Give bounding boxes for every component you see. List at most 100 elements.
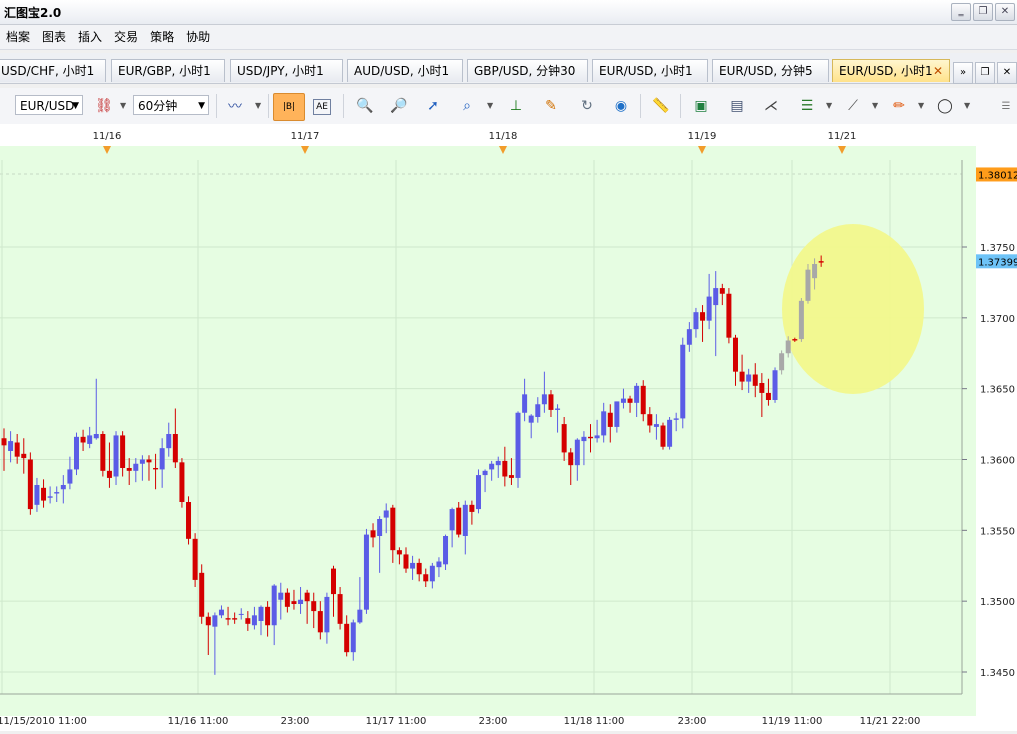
globe-icon[interactable]: ◉ xyxy=(610,95,632,117)
candle-body xyxy=(515,412,521,478)
dropdown-arrow-icon[interactable]: ▼ xyxy=(872,101,878,110)
candle-body xyxy=(548,394,554,410)
tab-label: EUR/USD, 分钟5 xyxy=(719,64,813,78)
tab-usdchf-h1[interactable]: USD/CHF, 小时1 xyxy=(0,59,106,82)
restore-button[interactable]: ❐ xyxy=(973,3,993,21)
candle-body xyxy=(317,611,323,633)
toolbar-separator xyxy=(680,94,681,118)
close-tab-icon[interactable]: ✕ xyxy=(933,60,943,82)
candle-body xyxy=(212,615,218,627)
zoom-in-icon[interactable]: 🔍 xyxy=(354,95,376,117)
candle-body xyxy=(8,441,14,451)
menu-file[interactable]: 档案 xyxy=(0,25,36,49)
candle-body xyxy=(647,414,653,426)
trade-icon[interactable]: ⊥ xyxy=(505,95,527,117)
candle-body xyxy=(278,592,284,600)
link-icon[interactable]: ⛓ xyxy=(93,95,115,117)
picture-icon[interactable]: ▣ xyxy=(690,95,712,117)
menu-insert[interactable]: 插入 xyxy=(72,25,108,49)
dropdown-arrow-icon[interactable]: ▼ xyxy=(120,101,126,110)
price-label: 1.3450 xyxy=(980,668,1015,679)
candle-body xyxy=(653,424,659,427)
tab-eurusd-h1[interactable]: EUR/USD, 小时1 xyxy=(592,59,708,82)
candle-body xyxy=(377,519,383,536)
menu-strategy[interactable]: 策略 xyxy=(144,25,180,49)
brush-icon[interactable]: ✏ xyxy=(888,95,910,117)
pointer-icon[interactable]: ➚ xyxy=(422,95,444,117)
price-tag-label: 1.38012 xyxy=(978,170,1017,181)
dropdown-arrow-icon[interactable]: ▼ xyxy=(918,101,924,110)
candle-body xyxy=(93,434,99,439)
timeframe-select[interactable]: 60分钟 ▼ xyxy=(133,95,209,115)
candle-body xyxy=(601,411,607,436)
chart-svg[interactable]: 1.3750 1.3700 1.3650 1.3600 1.3550 1.3500 1.34… xyxy=(0,124,1017,731)
candle-icon[interactable]: AE xyxy=(313,99,331,115)
candle-body xyxy=(370,530,376,538)
candle-body xyxy=(291,601,297,604)
dropdown-arrow-icon[interactable]: ▼ xyxy=(826,101,832,110)
tab-gbpusd-m30[interactable]: GBP/USD, 分钟30 xyxy=(467,59,588,82)
dropdown-arrow-icon[interactable]: ▼ xyxy=(487,101,493,110)
list-icon[interactable]: ☰ xyxy=(796,95,818,117)
dropdown-arrow-icon[interactable]: ▼ xyxy=(964,101,970,110)
ellipse-icon[interactable]: ◯ xyxy=(934,95,956,117)
candle-body xyxy=(166,434,172,449)
candle-body xyxy=(508,475,514,478)
candle-body xyxy=(667,419,673,447)
candle-body xyxy=(475,475,481,510)
dropdown-arrow-icon: ▼ xyxy=(198,101,205,111)
ruler-icon[interactable]: 📏 xyxy=(650,95,672,117)
toolbar-options-icon[interactable]: ☰ xyxy=(995,95,1017,117)
candle-body xyxy=(363,534,369,610)
symbol-value: EUR/USD xyxy=(20,99,75,113)
date-marker-label: 11/19 xyxy=(688,131,717,142)
close-button[interactable]: ✕ xyxy=(995,3,1015,21)
menu-help[interactable]: 协助 xyxy=(180,25,216,49)
magnifier-icon[interactable]: ⌕ xyxy=(456,95,478,117)
tab-restore-button[interactable]: ❐ xyxy=(975,62,995,84)
tab-eurgbp-h1[interactable]: EUR/GBP, 小时1 xyxy=(111,59,225,82)
tab-usdjpy-h1[interactable]: USD/JPY, 小时1 xyxy=(230,59,343,82)
template-icon[interactable]: ▤ xyxy=(726,95,748,117)
date-marker-label: 11/16 xyxy=(93,131,122,142)
zoom-out-icon[interactable]: 🔎 xyxy=(388,95,410,117)
candle-body xyxy=(21,453,27,459)
price-chart[interactable]: 1.3750 1.3700 1.3650 1.3600 1.3550 1.3500 1.34… xyxy=(0,124,1017,731)
candle-body xyxy=(232,618,238,620)
tab-audusd-h1[interactable]: AUD/USD, 小时1 xyxy=(347,59,463,82)
candle-body xyxy=(120,435,126,468)
candle-body xyxy=(357,609,363,623)
edit-icon[interactable]: ✎ xyxy=(540,95,562,117)
candle-body xyxy=(429,565,435,582)
fork-icon[interactable]: ⋌ xyxy=(760,95,782,117)
chart-toolbar: EUR/USD ▼ ⛓ ▼ 60分钟 ▼ 〰 ▼ |B| AE 🔍 🔎 ➚ ⌕ ▼ … xyxy=(0,88,1017,125)
candle-body xyxy=(1,438,7,446)
candle-body xyxy=(304,592,310,602)
candle-body xyxy=(106,470,112,478)
pen-icon[interactable]: ⟋ xyxy=(842,95,864,117)
candle-body xyxy=(640,385,646,415)
symbol-select[interactable]: EUR/USD ▼ xyxy=(15,95,83,115)
minimize-button[interactable]: ‗ xyxy=(951,3,971,21)
candle-body xyxy=(568,452,574,466)
tab-eurusd-h1-active[interactable]: EUR/USD, 小时1 ✕ xyxy=(832,59,950,82)
tab-eurusd-m5[interactable]: EUR/USD, 分钟5 xyxy=(712,59,829,82)
candle-body xyxy=(706,296,712,321)
candle-body xyxy=(818,261,824,263)
candle-body xyxy=(186,502,192,539)
bar-chart-icon[interactable]: |B| xyxy=(273,93,305,121)
candle-body xyxy=(383,510,389,518)
candle-body xyxy=(555,408,561,410)
candle-body xyxy=(410,562,416,569)
sync-icon[interactable]: ↻ xyxy=(576,95,598,117)
menu-chart[interactable]: 图表 xyxy=(36,25,72,49)
menu-trade[interactable]: 交易 xyxy=(108,25,144,49)
candle-body xyxy=(581,436,587,442)
candle-body xyxy=(528,415,534,423)
dropdown-arrow-icon[interactable]: ▼ xyxy=(255,101,261,110)
candle-body xyxy=(396,550,402,555)
tab-close-all-button[interactable]: ✕ xyxy=(997,62,1017,84)
indicator-icon[interactable]: 〰 xyxy=(224,95,246,117)
candle-body xyxy=(265,606,271,626)
tab-overflow-button[interactable]: » xyxy=(953,62,973,84)
